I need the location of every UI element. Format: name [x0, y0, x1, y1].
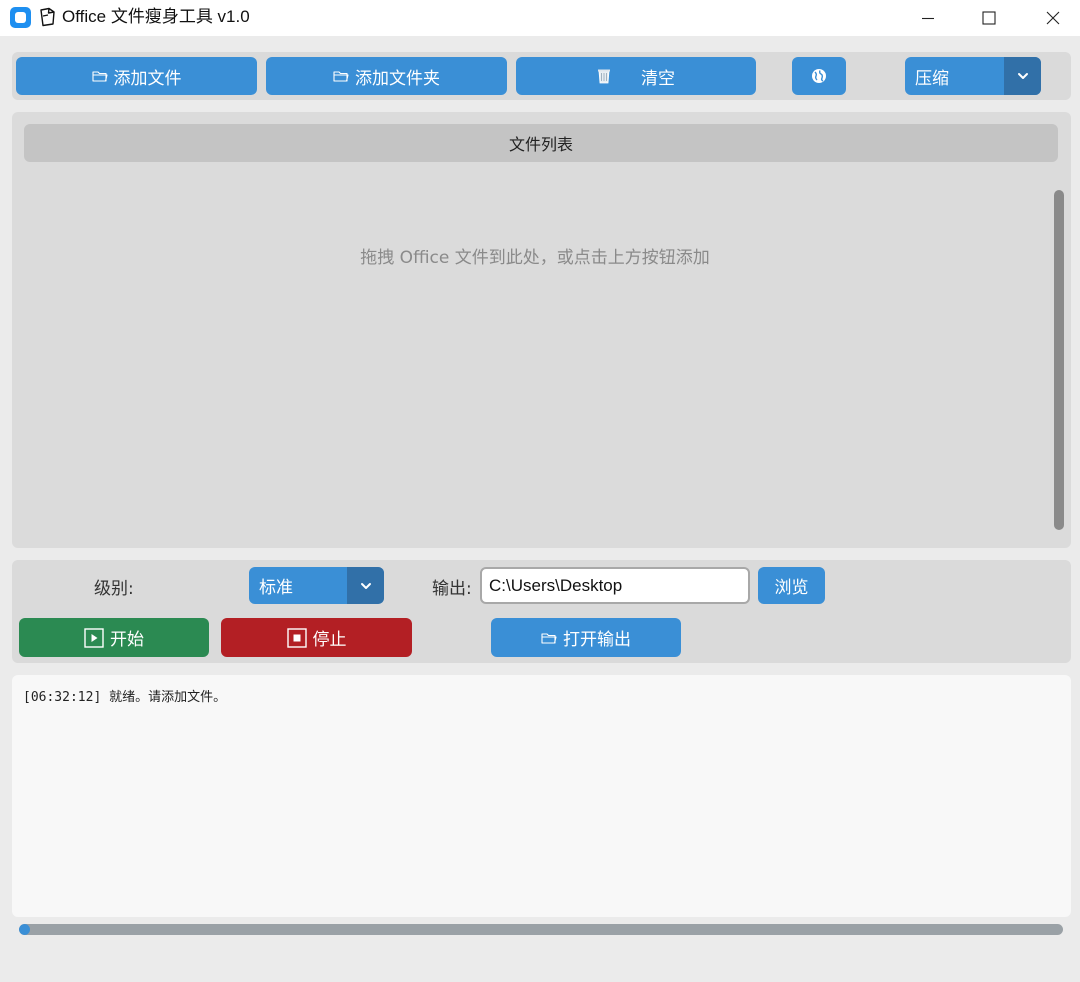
file-list-header: 文件列表	[24, 124, 1058, 162]
folder-icon	[91, 69, 108, 83]
title-bar: Office 文件瘦身工具 v1.0	[0, 0, 1080, 36]
browse-button[interactable]: 浏览	[758, 567, 825, 604]
log-timestamp: [06:32:12]	[23, 690, 102, 705]
chevron-down-icon[interactable]	[1004, 57, 1041, 95]
clear-button[interactable]: 清空	[516, 57, 756, 95]
add-file-button[interactable]: 添加文件	[16, 57, 257, 95]
play-icon	[84, 627, 104, 648]
stop-label: 停止	[312, 630, 347, 650]
file-list-scrollbar[interactable]	[1054, 190, 1064, 530]
level-select-value: 标准	[259, 578, 293, 598]
document-icon	[40, 7, 55, 27]
minimize-icon	[922, 17, 934, 20]
stop-button[interactable]: 停止	[221, 618, 412, 657]
close-button[interactable]	[1021, 0, 1080, 36]
level-select[interactable]: 标准	[249, 567, 384, 604]
language-button[interactable]	[792, 57, 846, 95]
close-icon	[1046, 11, 1060, 25]
browse-label: 浏览	[774, 578, 809, 598]
progress-bar	[19, 924, 1063, 935]
log-area[interactable]	[12, 675, 1071, 917]
file-list-empty-hint: 拖拽 Office 文件到此处，或点击上方按钮添加	[360, 248, 710, 268]
maximize-button[interactable]	[957, 0, 1021, 36]
add-folder-label: 添加文件夹	[355, 68, 440, 89]
level-label: 级别:	[94, 579, 134, 599]
window-title: Office 文件瘦身工具 v1.0	[62, 7, 250, 26]
open-output-button[interactable]: 打开输出	[491, 618, 681, 657]
mode-select[interactable]: 压缩	[905, 57, 1041, 95]
folder-icon	[333, 69, 349, 83]
start-label: 开始	[110, 630, 144, 650]
log-line: [06:32:12] 就绪。请添加文件。	[23, 686, 226, 705]
file-list-panel[interactable]	[12, 112, 1071, 548]
mode-select-value: 压缩	[915, 68, 949, 89]
globe-icon	[812, 69, 826, 83]
add-folder-button[interactable]: 添加文件夹	[266, 57, 507, 95]
log-message: 就绪。请添加文件。	[109, 690, 227, 705]
folder-icon	[541, 631, 557, 645]
minimize-button[interactable]	[896, 0, 960, 36]
stop-icon	[286, 627, 307, 648]
output-path-input[interactable]	[480, 567, 750, 604]
maximize-icon	[982, 11, 996, 25]
output-label: 输出:	[432, 579, 472, 599]
start-button[interactable]: 开始	[19, 618, 209, 657]
chevron-down-icon[interactable]	[347, 567, 384, 604]
progress-fill	[19, 924, 30, 935]
clear-label: 清空	[641, 68, 675, 89]
add-file-label: 添加文件	[113, 68, 182, 89]
app-icon	[10, 7, 31, 28]
open-output-label: 打开输出	[563, 630, 631, 650]
trash-icon	[597, 68, 611, 84]
